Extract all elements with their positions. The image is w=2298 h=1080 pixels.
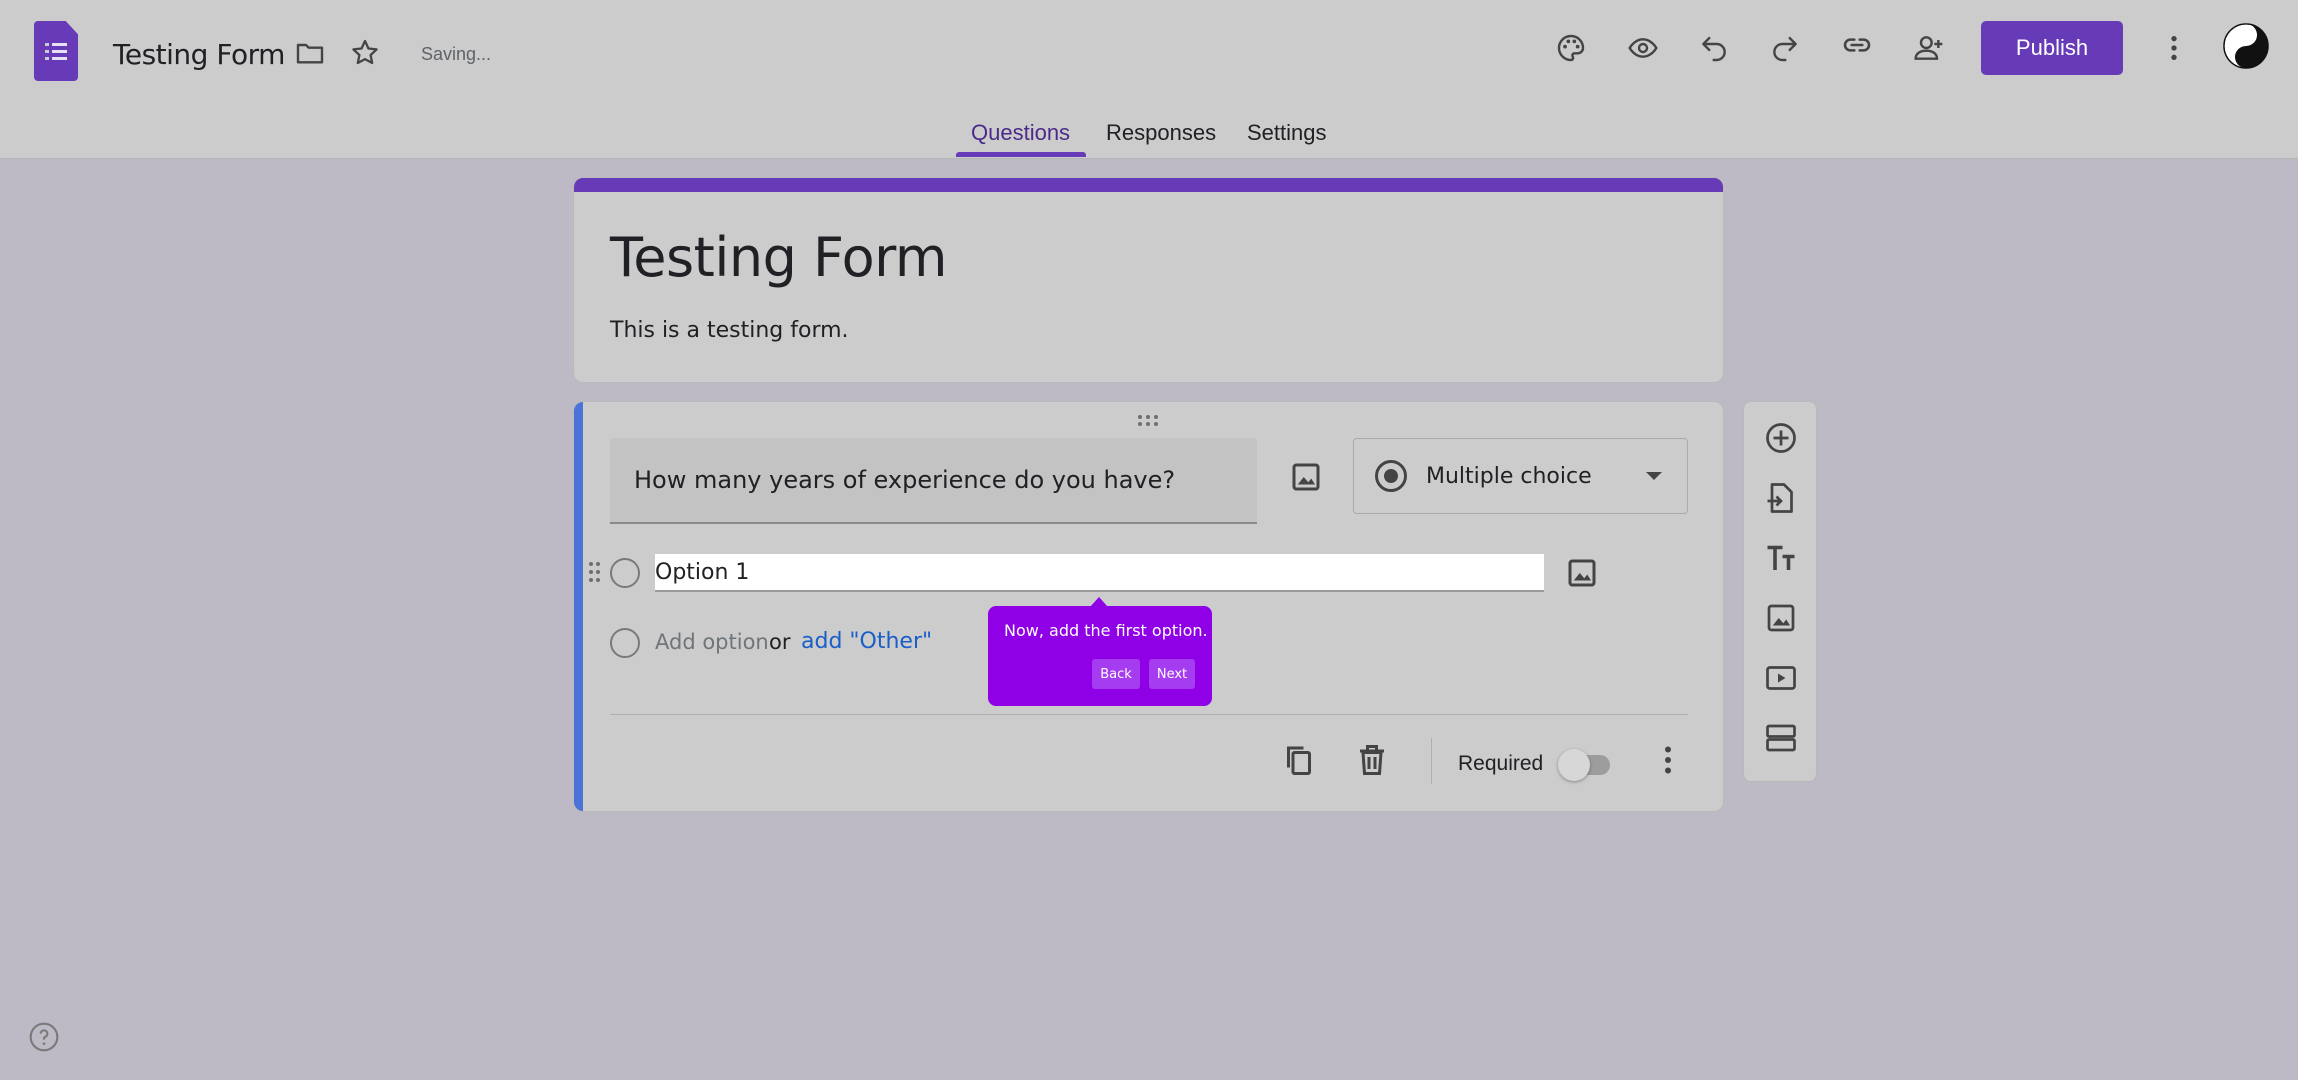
form-title[interactable]: Testing Form <box>610 226 948 289</box>
more-vert-icon[interactable] <box>2150 24 2198 72</box>
question-type-label: Multiple choice <box>1426 464 1592 489</box>
active-card-indicator <box>574 402 583 811</box>
redo-icon[interactable] <box>1761 24 1809 72</box>
option-image-icon[interactable] <box>1564 555 1600 591</box>
option-1-text: Option 1 <box>655 560 750 585</box>
folder-icon[interactable] <box>286 29 334 77</box>
add-question-icon[interactable] <box>1763 420 1799 456</box>
add-option-link[interactable]: Add option <box>655 630 769 654</box>
question-type-dropdown[interactable]: Multiple choice <box>1353 438 1688 514</box>
tab-responses[interactable]: Responses <box>1106 120 1216 146</box>
or-label: or <box>769 630 791 654</box>
duplicate-icon[interactable] <box>1281 742 1317 778</box>
tooltip-text: Now, add the first option. <box>1004 621 1208 640</box>
import-questions-icon[interactable] <box>1763 480 1799 516</box>
tab-questions[interactable]: Questions <box>971 120 1070 146</box>
required-label: Required <box>1458 752 1544 775</box>
account-avatar[interactable] <box>2223 23 2269 69</box>
top-bar: Testing Form Saving... Publish Questions <box>0 0 2298 159</box>
required-toggle-knob[interactable] <box>1558 749 1590 781</box>
option-drag-handle-icon[interactable] <box>588 561 602 590</box>
save-status: Saving... <box>421 44 492 64</box>
drag-handle-icon[interactable] <box>1137 414 1163 433</box>
floating-toolbar <box>1743 401 1817 782</box>
tab-settings[interactable]: Settings <box>1247 120 1327 146</box>
add-option-radio <box>610 628 640 658</box>
preview-eye-icon[interactable] <box>1619 24 1667 72</box>
add-video-icon[interactable] <box>1763 660 1799 696</box>
footer-divider <box>1431 738 1432 784</box>
publish-button[interactable]: Publish <box>1981 21 2123 75</box>
card-divider <box>610 714 1688 715</box>
radio-type-icon <box>1375 460 1407 492</box>
tooltip-next-button[interactable]: Next <box>1149 659 1195 689</box>
question-more-icon[interactable] <box>1650 742 1686 778</box>
add-collaborator-icon[interactable] <box>1905 24 1953 72</box>
delete-icon[interactable] <box>1354 742 1390 778</box>
header-accent-bar <box>574 178 1723 192</box>
tab-bar: Questions Responses Settings <box>0 110 2298 158</box>
option-radio <box>610 558 640 588</box>
star-icon[interactable] <box>341 29 389 77</box>
forms-logo-icon[interactable] <box>34 21 78 81</box>
link-icon[interactable] <box>1833 21 1881 69</box>
active-tab-indicator <box>956 152 1086 157</box>
form-header-card[interactable]: Testing Form This is a testing form. <box>573 177 1724 383</box>
undo-icon[interactable] <box>1690 24 1738 72</box>
question-title-text: How many years of experience do you have… <box>634 466 1176 494</box>
document-title[interactable]: Testing Form <box>113 38 285 71</box>
question-title-field[interactable]: How many years of experience do you have… <box>610 438 1257 524</box>
add-image-toolbar-icon[interactable] <box>1763 600 1799 636</box>
help-icon[interactable] <box>28 1021 60 1053</box>
tooltip-back-button[interactable]: Back <box>1092 659 1140 689</box>
add-other-link[interactable]: add "Other" <box>801 629 932 654</box>
add-title-icon[interactable] <box>1763 540 1799 576</box>
add-image-icon[interactable] <box>1288 459 1324 495</box>
option-1-field[interactable]: Option 1 <box>655 554 1544 592</box>
onboarding-tooltip: Now, add the first option. Back Next <box>988 597 1212 706</box>
dropdown-arrow-icon <box>1646 472 1662 480</box>
add-section-icon[interactable] <box>1763 720 1799 756</box>
tooltip-arrow <box>1090 597 1108 607</box>
form-description[interactable]: This is a testing form. <box>610 318 849 343</box>
palette-icon[interactable] <box>1547 24 1595 72</box>
